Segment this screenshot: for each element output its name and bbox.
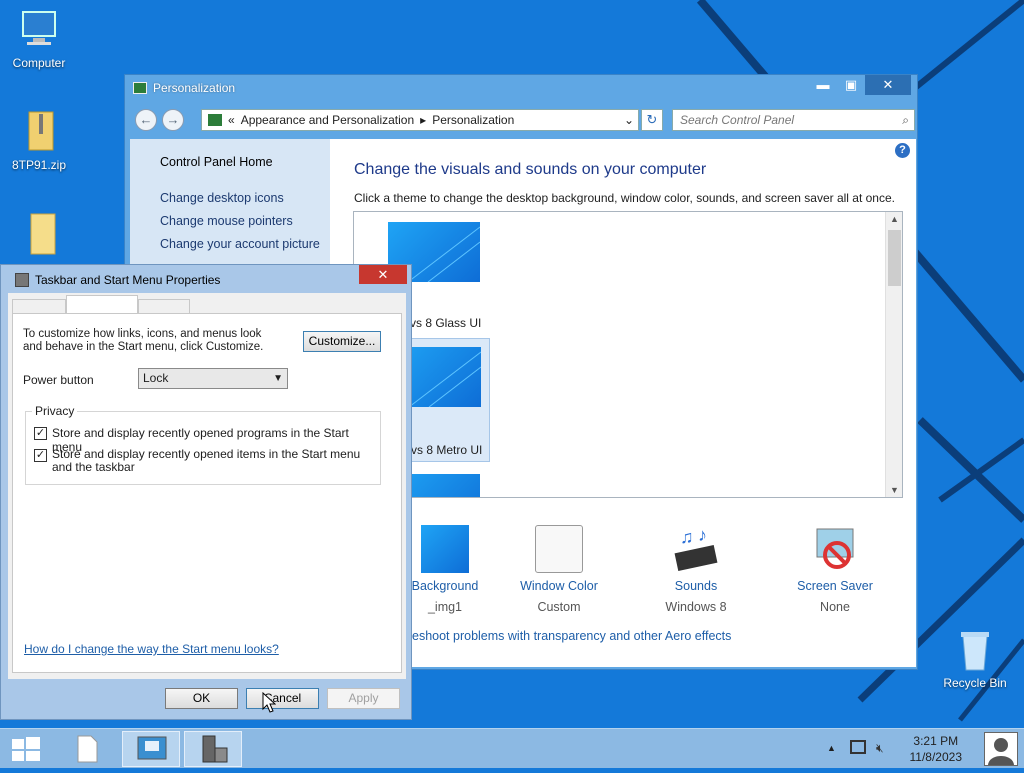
control-panel-icon	[137, 736, 167, 760]
user-icon	[988, 738, 1014, 765]
customize-button[interactable]: Customize...	[303, 331, 381, 352]
dialog-title: Taskbar and Start Menu Properties	[15, 273, 220, 287]
sounds-icon: ♫ ♪	[672, 525, 720, 573]
tab-toolbars[interactable]	[138, 299, 190, 313]
window-color-icon	[535, 525, 583, 573]
power-button-label: Power button	[23, 373, 94, 387]
svg-text:♫: ♫	[680, 527, 694, 547]
taskbar-properties[interactable]	[184, 731, 242, 767]
close-button[interactable]: ✕	[359, 265, 407, 284]
apply-button[interactable]: Apply	[327, 688, 400, 709]
address-bar: ← → « Appearance and Personalization ▸ P…	[131, 109, 915, 133]
breadcrumb-appearance[interactable]: Appearance and Personalization	[241, 110, 414, 130]
personalization-icon	[133, 82, 147, 94]
clock[interactable]: 3:21 PM 11/8/2023	[910, 733, 963, 765]
desktop-icon-computer[interactable]: Computer	[4, 8, 74, 70]
aero-troubleshoot-link[interactable]: eshoot problems with transparency and ot…	[412, 629, 731, 643]
screen-saver-option[interactable]: Screen Saver None	[780, 525, 890, 614]
maximize-button[interactable]: ▣	[837, 75, 865, 95]
avatar[interactable]	[984, 732, 1018, 766]
desktop-icon-zip[interactable]: 8TP91.zip	[4, 110, 74, 172]
dialog-body: To customize how links, icons, and menus…	[8, 293, 406, 679]
desktop-icon-label: 8TP91.zip	[11, 158, 67, 172]
scroll-thumb[interactable]	[888, 230, 901, 286]
minimize-button[interactable]: ▬	[809, 75, 837, 95]
checkmark-icon[interactable]: ✓	[34, 449, 47, 462]
taskbar-properties-dialog: Taskbar and Start Menu Properties ✕ To c…	[0, 264, 412, 720]
zip-folder-icon	[17, 110, 61, 154]
sounds-option[interactable]: ♫ ♪ Sounds Windows 8	[641, 525, 751, 614]
tab-start-menu[interactable]	[66, 295, 138, 313]
back-arrow-icon[interactable]: ←	[135, 109, 157, 131]
taskbar-icon	[202, 735, 228, 763]
scroll-down-icon[interactable]: ▼	[886, 485, 902, 495]
help-link[interactable]: How do I change the way the Start menu l…	[24, 642, 279, 656]
privacy-title: Privacy	[32, 404, 78, 418]
chevron-down-icon[interactable]: ⌄	[624, 110, 634, 130]
network-icon[interactable]	[850, 740, 866, 754]
chevron-right-icon: ▸	[420, 113, 427, 127]
tray-caret[interactable]: ▲	[827, 743, 836, 753]
recycle-bin-icon	[953, 628, 997, 672]
tab-taskbar[interactable]	[12, 299, 66, 313]
document-icon[interactable]	[74, 735, 102, 771]
taskbar-icon	[15, 273, 29, 287]
desktop-icon-recycle-bin[interactable]: Recycle Bin	[940, 628, 1010, 690]
forward-arrow-icon[interactable]: →	[162, 109, 184, 131]
tab-panel: To customize how links, icons, and menus…	[12, 313, 402, 673]
search-icon: ⌕	[902, 113, 909, 127]
page-subtitle: Click a theme to change the desktop back…	[354, 191, 895, 205]
computer-icon	[17, 8, 61, 52]
taskbar-control-panel[interactable]	[122, 731, 180, 767]
desktop-icon-label: Computer	[12, 56, 66, 70]
sidebar-change-account-picture[interactable]: Change your account picture	[160, 237, 320, 251]
windows-logo-icon	[12, 737, 40, 763]
control-panel-icon	[208, 114, 222, 126]
cancel-button[interactable]: Cancel	[246, 688, 319, 709]
background-icon	[421, 525, 469, 573]
desktop-icon-folder[interactable]	[4, 212, 74, 260]
desktop-icon-label: Recycle Bin	[943, 676, 1007, 690]
window-color-option[interactable]: Window Color Custom	[504, 525, 614, 614]
refresh-icon[interactable]: ↻	[641, 109, 663, 131]
window-title: Personalization	[133, 81, 235, 95]
privacy-checkbox-items[interactable]: ✓ Store and display recently opened item…	[34, 448, 378, 474]
theme-label: vs 8 Metro UI	[411, 443, 483, 457]
power-button-select[interactable]: Lock ▼	[138, 368, 288, 389]
breadcrumb-personalization[interactable]: Personalization	[432, 110, 514, 130]
ok-button[interactable]: OK	[165, 688, 238, 709]
search-input[interactable]: Search Control Panel ⌕	[672, 109, 915, 131]
breadcrumb[interactable]: « Appearance and Personalization ▸ Perso…	[201, 109, 639, 131]
chevron-down-icon: ▼	[273, 373, 283, 384]
screen-saver-icon	[811, 525, 859, 573]
scroll-up-icon[interactable]: ▲	[886, 214, 902, 224]
customize-description: To customize how links, icons, and menus…	[23, 328, 264, 353]
theme-list[interactable]: vs 8 Glass UI vs 8 Metro UI ▲ ▼	[353, 211, 903, 498]
page-title: Change the visuals and sounds on your co…	[354, 161, 707, 178]
folder-icon	[17, 212, 61, 256]
help-icon[interactable]: ?	[895, 143, 910, 158]
privacy-group: Privacy ✓ Store and display recently ope…	[25, 404, 381, 485]
volume-icon[interactable]: 🔇︎	[876, 741, 884, 756]
taskbar: ▲ 🔇︎ 3:21 PM 11/8/2023	[0, 728, 1024, 768]
sidebar-change-desktop-icons[interactable]: Change desktop icons	[160, 191, 284, 205]
mouse-cursor-icon	[262, 692, 276, 713]
sidebar-control-panel-home[interactable]: Control Panel Home	[160, 155, 273, 169]
vertical-scrollbar[interactable]: ▲ ▼	[885, 212, 902, 497]
sidebar-change-mouse-pointers[interactable]: Change mouse pointers	[160, 214, 293, 228]
theme-label: vs 8 Glass UI	[410, 316, 482, 330]
svg-text:♪: ♪	[698, 525, 707, 545]
close-button[interactable]: ✕	[865, 75, 911, 95]
checkmark-icon[interactable]: ✓	[34, 427, 47, 440]
